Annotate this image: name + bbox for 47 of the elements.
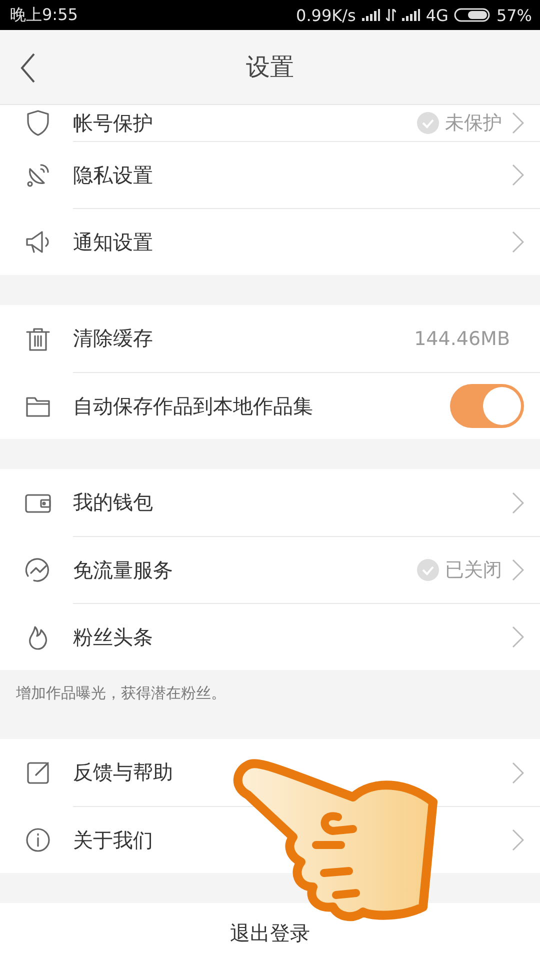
data-arrows-icon: [386, 9, 396, 21]
status-text: 已关闭: [445, 558, 502, 583]
settings-row[interactable]: 清除缓存 144.46MB: [0, 305, 540, 372]
row-label: 通知设置: [73, 228, 153, 256]
row-label: 免流量服务: [73, 556, 173, 584]
chevron-icon: [512, 492, 524, 514]
settings-row[interactable]: 通知设置: [0, 208, 540, 275]
wave-circle-icon: [24, 556, 52, 584]
row-label: 我的钱包: [73, 489, 153, 516]
chevron-icon: [512, 112, 524, 134]
cache-size: 144.46MB: [414, 328, 510, 350]
settings-row[interactable]: 反馈与帮助: [0, 739, 540, 806]
row-label: 清除缓存: [73, 325, 153, 352]
row-label: 隐私设置: [73, 162, 153, 188]
chevron-icon: [512, 559, 524, 581]
chevron-icon: [512, 626, 524, 648]
info-icon: [24, 826, 52, 854]
logout-button[interactable]: 退出登录: [0, 903, 540, 960]
signal-icon: [362, 9, 380, 21]
status-text: 未保护: [445, 111, 502, 136]
chevron-icon: [512, 829, 524, 851]
row-label: 关于我们: [73, 826, 153, 854]
battery-percent: 57%: [496, 6, 532, 24]
status-time: 晚上9:55: [10, 4, 78, 26]
check-circle-icon: [417, 112, 439, 134]
settings-row[interactable]: 粉丝头条: [0, 603, 540, 670]
chevron-icon: [512, 231, 524, 253]
row-label: 反馈与帮助: [73, 759, 173, 786]
row-label: 自动保存作品到本地作品集: [73, 392, 313, 420]
chevron-icon: [512, 762, 524, 784]
row-label: 粉丝头条: [73, 624, 153, 650]
settings-row[interactable]: 免流量服务 已关闭: [0, 536, 540, 603]
hint-text: 增加作品曝光，获得潜在粉丝。: [15, 683, 227, 704]
battery-icon: [454, 8, 490, 22]
signal-icon: [402, 9, 420, 21]
chevron-icon: [512, 164, 524, 186]
settings-row[interactable]: 帐号保护 未保护: [0, 105, 540, 141]
page-title: 设置: [246, 52, 294, 83]
settings-row[interactable]: 我的钱包: [0, 469, 540, 536]
network-type: 4G: [426, 6, 448, 24]
settings-row[interactable]: 隐私设置: [0, 141, 540, 208]
settings-row[interactable]: 自动保存作品到本地作品集: [0, 372, 540, 439]
row-label: 帐号保护: [73, 110, 153, 136]
check-circle-icon: [417, 559, 439, 581]
network-speed: 0.99K/s: [296, 6, 356, 24]
toggle-switch[interactable]: [450, 384, 524, 428]
shield-icon: [24, 109, 52, 137]
